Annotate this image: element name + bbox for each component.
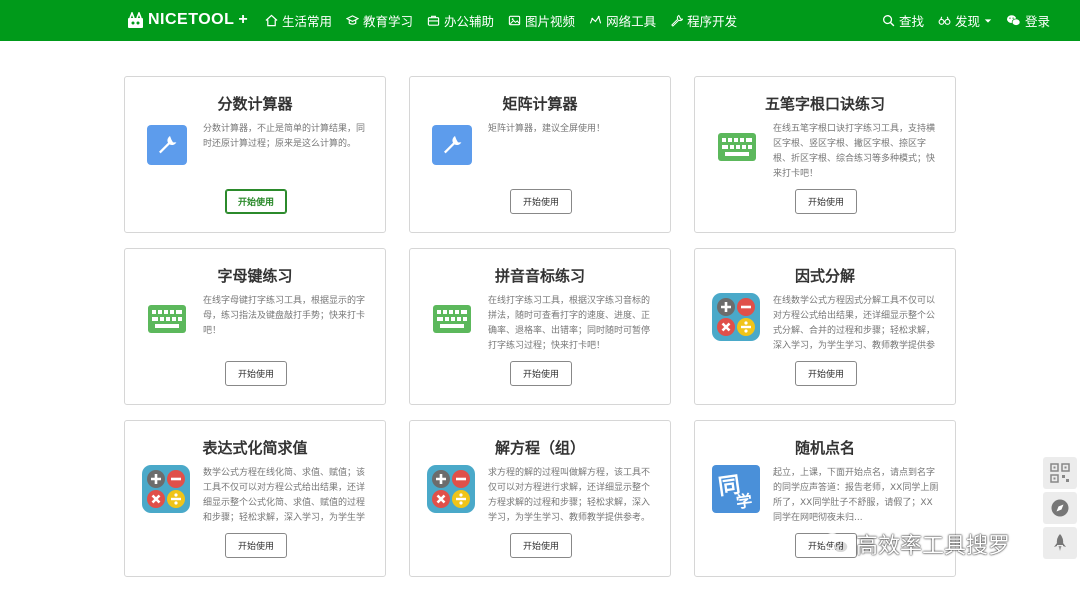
tool-card: 矩阵计算器 矩阵计算器，建议全屏使用！ 开始使用: [409, 76, 671, 233]
nav-item-education[interactable]: 教育学习: [346, 11, 413, 30]
tool-card: 拼音音标练习 在线打字练习工具，根据汉字练习音标的拼法，随时可查看打字的速度、进…: [409, 248, 671, 405]
wechat-icon: [1006, 15, 1021, 26]
nav-item-network[interactable]: 网络工具: [589, 11, 656, 30]
logo-icon: [128, 11, 143, 28]
card-description: 矩阵计算器，建议全屏使用！: [488, 124, 606, 134]
keyboard-icon: [430, 297, 474, 341]
card-title: 字母键练习: [217, 267, 293, 285]
wrench-icon: [147, 125, 187, 165]
card-title: 随机点名: [794, 439, 855, 457]
start-button[interactable]: 开始使用: [795, 189, 857, 214]
watermark-text: 高效率工具搜罗: [856, 534, 1011, 559]
card-description: 在线五笔字根口诀打字练习工具，支持横区字根、竖区字根、撇区字根、捺区字根、折区字…: [773, 124, 936, 179]
nav-label: 图片视频: [525, 14, 576, 29]
start-button[interactable]: 开始使用: [225, 533, 287, 558]
login-label: 登录: [1024, 14, 1050, 29]
wrench-icon: [671, 14, 684, 27]
discover-dropdown[interactable]: 发现: [938, 11, 992, 30]
home-icon: [265, 14, 278, 27]
tool-card: 因式分解 在线数学公式方程因式分解工具不仅可以对方程公式给出结果，还详细显示整个…: [694, 248, 956, 405]
network-icon: [589, 15, 602, 24]
rocket-icon: [1054, 534, 1066, 551]
wrench-icon: [432, 125, 472, 165]
qr-code-button[interactable]: [1043, 457, 1077, 489]
briefcase-icon: [427, 15, 440, 26]
start-button[interactable]: 开始使用: [225, 361, 287, 386]
card-description: 起立，上课，下面开始点名，请点到名字的同学应声答道：报告老师，XX同学上厕所了，…: [773, 468, 939, 523]
card-title: 矩阵计算器: [502, 95, 578, 113]
watermark: 高效率工具搜罗: [822, 526, 1010, 562]
card-description: 分数计算器，不止是简单的计算结果，同时还原计算过程；原来是这么计算的。: [203, 124, 366, 149]
binoculars-icon: [938, 16, 951, 25]
nav-item-media[interactable]: 图片视频: [508, 11, 575, 30]
card-description: 求方程的解的过程叫做解方程，该工具不仅可以对方程进行求解，还详细显示整个方程求解…: [488, 468, 651, 523]
math-operators-icon: [427, 465, 475, 513]
tool-card: 解方程（组） 求方程的解的过程叫做解方程，该工具不仅可以对方程进行求解，还详细显…: [409, 420, 671, 577]
keyboard-icon: [145, 297, 189, 341]
card-title: 解方程（组）: [494, 439, 585, 457]
nav-label: 办公辅助: [444, 14, 495, 29]
tool-card: 字母键练习 在线字母键打字练习工具，根据显示的字母，练习指法及键盘敲打手势；快来…: [124, 248, 386, 405]
card-title: 分数计算器: [217, 95, 293, 113]
search-label: 查找: [898, 14, 924, 29]
image-icon: [508, 15, 521, 26]
nav-label: 程序开发: [687, 14, 738, 29]
caret-down-icon: [984, 18, 992, 23]
wechat-icon: [822, 533, 849, 554]
brand-name: NICETOOL: [148, 11, 235, 28]
card-description: 在线数学公式方程因式分解工具不仅可以对方程公式给出结果，还详细显示整个公式分解、…: [773, 296, 936, 351]
start-button[interactable]: 开始使用: [795, 361, 857, 386]
brand-logo[interactable]: NICETOOL +: [127, 9, 248, 31]
search-link[interactable]: 查找: [882, 11, 924, 30]
tool-card: 五笔字根口诀练习 在线五笔字根口诀打字练习工具，支持横区字根、竖区字根、撇区字根…: [694, 76, 956, 233]
back-to-top-button[interactable]: [1043, 527, 1077, 559]
start-button[interactable]: 开始使用: [510, 189, 572, 214]
graduation-cap-icon: [346, 15, 360, 25]
nav-label: 网络工具: [606, 14, 657, 29]
card-title: 因式分解: [794, 267, 855, 285]
tool-card: 分数计算器 分数计算器，不止是简单的计算结果，同时还原计算过程；原来是这么计算的…: [124, 76, 386, 233]
icon-char-xue: 学: [734, 490, 754, 513]
nav-item-dev[interactable]: 程序开发: [670, 11, 737, 30]
nav-item-office[interactable]: 办公辅助: [427, 11, 494, 30]
qr-code-icon: [1050, 463, 1070, 483]
card-description: 数学公式方程在线化简、求值、赋值；该工具不仅可以对方程公式给出结果，还详细显示整…: [203, 468, 366, 523]
math-operators-icon: [712, 293, 760, 341]
nav-item-life[interactable]: 生活常用: [265, 11, 332, 30]
tong-xue-icon: 同 学: [712, 465, 760, 513]
brand-plus: +: [238, 11, 249, 28]
login-link[interactable]: 登录: [1006, 11, 1050, 30]
compass-button[interactable]: [1043, 492, 1077, 524]
card-description: 在线打字练习工具，根据汉字练习音标的拼法，随时可查看打字的速度、进度、正确率、退…: [488, 296, 651, 351]
nav-label: 教育学习: [363, 14, 414, 29]
start-button[interactable]: 开始使用: [510, 533, 572, 558]
start-button[interactable]: 开始使用: [510, 361, 572, 386]
discover-label: 发现: [954, 14, 980, 29]
card-title: 表达式化简求值: [202, 439, 308, 457]
search-icon: [882, 15, 895, 27]
keyboard-icon: [715, 125, 759, 169]
card-title: 五笔字根口诀练习: [764, 95, 885, 113]
card-description: 在线字母键打字练习工具，根据显示的字母，练习指法及键盘敲打手势；快来打卡吧！: [203, 296, 366, 336]
tool-card: 表达式化简求值 数学公式方程在线化简、求值、赋值；该工具不仅可以对方程公式给出结…: [124, 420, 386, 577]
top-navbar: NICETOOL + 生活常用 教育学习 办公辅助 图片视频 网络工具 程序开发: [0, 0, 1080, 41]
nav-label: 生活常用: [282, 14, 333, 29]
math-operators-icon: [142, 465, 190, 513]
card-title: 拼音音标练习: [494, 267, 585, 285]
compass-icon: [1051, 499, 1069, 517]
main-nav: 生活常用 教育学习 办公辅助 图片视频 网络工具 程序开发: [265, 0, 737, 41]
start-button[interactable]: 开始使用: [225, 189, 287, 214]
header-actions: 查找 发现 登录: [882, 0, 1050, 41]
